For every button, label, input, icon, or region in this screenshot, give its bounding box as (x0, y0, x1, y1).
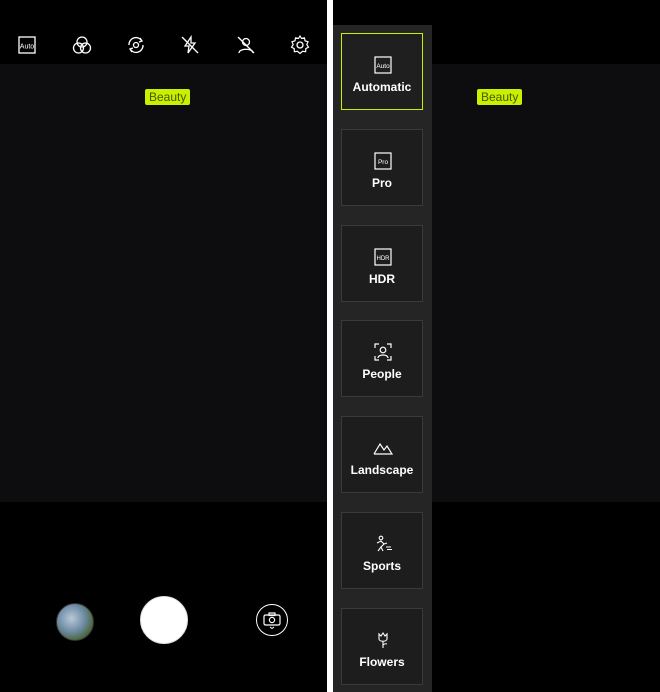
top-toolbar: Auto (0, 0, 327, 64)
mode-label: HDR (369, 272, 395, 286)
sports-icon (373, 535, 393, 553)
mode-label: Automatic (352, 80, 412, 94)
hdr-icon: HDR (373, 248, 393, 266)
camera-screen-modes: Beauty Auto Automatic Pro Pro HDR HDR Pe… (333, 0, 660, 692)
auto-mode-icon[interactable]: Auto (16, 34, 38, 56)
landscape-icon (373, 439, 393, 457)
pro-mode-icon: Pro (373, 152, 393, 170)
mode-label: Flowers (359, 655, 405, 669)
shutter-button[interactable] (140, 596, 188, 644)
beauty-badge[interactable]: Beauty (145, 89, 191, 105)
camera-screen-main: Auto Beauty (0, 0, 327, 692)
beauty-badge[interactable]: Beauty (477, 89, 523, 105)
mode-flowers[interactable]: Flowers (341, 608, 423, 685)
switch-camera-button[interactable] (256, 604, 288, 636)
mode-label: People (362, 367, 402, 381)
auto-mode-icon: Auto (373, 56, 393, 74)
mode-pro[interactable]: Pro Pro (341, 129, 423, 206)
filter-icon[interactable] (71, 34, 93, 56)
gallery-thumbnail[interactable] (56, 603, 94, 641)
mode-sports[interactable]: Sports (341, 512, 423, 589)
timer-off-icon[interactable] (235, 34, 257, 56)
people-icon (373, 343, 393, 361)
mode-label: Pro (371, 176, 392, 190)
viewfinder[interactable] (0, 64, 327, 502)
mode-label: Landscape (350, 463, 414, 477)
mode-hdr[interactable]: HDR HDR (341, 225, 423, 302)
mode-label: Sports (362, 559, 401, 573)
mode-people[interactable]: People (341, 320, 423, 397)
switch-camera-icon (263, 612, 281, 629)
auto-mode-text: Auto (20, 44, 35, 51)
pro-mode-text: Pro (378, 159, 389, 166)
settings-icon[interactable] (289, 34, 311, 56)
flower-icon (373, 631, 393, 649)
mode-panel: Auto Automatic Pro Pro HDR HDR People La… (333, 25, 432, 692)
mode-landscape[interactable]: Landscape (341, 416, 423, 493)
hdr-mode-text: HDR (377, 256, 391, 262)
auto-mode-text: Auto (376, 63, 390, 70)
mode-automatic[interactable]: Auto Automatic (341, 33, 423, 110)
flash-off-icon[interactable] (179, 34, 201, 56)
flip-camera-icon[interactable] (125, 34, 147, 56)
